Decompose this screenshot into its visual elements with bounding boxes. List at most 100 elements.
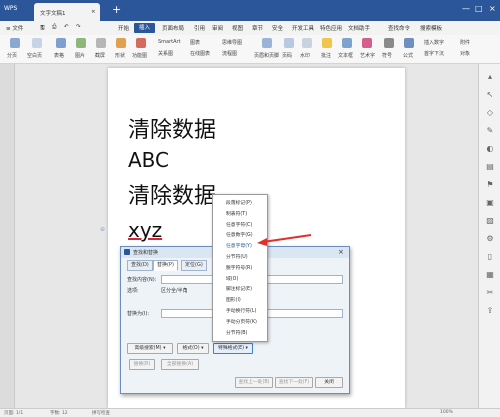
sidebar-pointer-icon[interactable]: ↖ — [485, 90, 495, 100]
find-previous-button[interactable]: 查找上一处(B) — [235, 377, 273, 388]
sidebar-image-icon[interactable]: ▨ — [485, 216, 495, 226]
tab-goto[interactable]: 定位(G) — [181, 260, 207, 271]
shape-icon[interactable] — [116, 38, 126, 48]
special-menu-item[interactable]: 分节符(B) — [226, 329, 247, 336]
menu-view[interactable]: 视图 — [232, 24, 243, 32]
document-line[interactable]: xyz — [128, 218, 162, 242]
special-menu-item[interactable]: 脚注标记(E) — [226, 285, 252, 292]
advanced-search-button[interactable]: 高级搜索(M) ▾ — [127, 343, 173, 354]
ribbon-page-break[interactable]: 分页 — [7, 52, 17, 59]
sidebar-grid-icon[interactable]: ▦ — [485, 270, 495, 280]
ribbon-header-footer[interactable]: 页眉和页脚 — [254, 52, 279, 59]
ribbon-table[interactable]: 表格 — [54, 52, 64, 59]
menu-features[interactable]: 特色应用 — [320, 24, 342, 32]
special-format-button[interactable]: 特殊格式(E) ▾ — [213, 343, 253, 354]
sidebar-share-icon[interactable]: ⇪ — [485, 306, 495, 316]
ribbon-symbol[interactable]: 符号 — [382, 52, 392, 59]
ribbon-screenshot[interactable]: 截屏 — [95, 52, 105, 59]
special-menu-item[interactable]: 任意字符(C) — [226, 221, 252, 228]
sidebar-pen-icon[interactable]: ✎ — [485, 126, 495, 136]
table-icon[interactable] — [56, 38, 66, 48]
minimize-icon[interactable]: — — [462, 4, 470, 13]
ribbon-comment[interactable]: 批注 — [321, 52, 331, 59]
tab-find[interactable]: 查找(D) — [127, 260, 153, 271]
sidebar-layout-icon[interactable]: ▤ — [485, 162, 495, 172]
replace-all-button[interactable]: 全部替换(A) — [161, 359, 199, 370]
special-menu-item[interactable]: 手动换行符(L) — [226, 307, 256, 314]
maximize-icon[interactable]: □ — [475, 4, 483, 13]
textbox-icon[interactable] — [342, 38, 352, 48]
watermark-icon[interactable] — [302, 38, 312, 48]
menu-home[interactable]: 开始 — [118, 24, 129, 32]
ribbon-textbox[interactable]: 文本框 — [338, 52, 353, 59]
sidebar-cube-icon[interactable]: ▣ — [485, 198, 495, 208]
sidebar-flag-icon[interactable]: ⚑ — [485, 180, 495, 190]
spell-check[interactable]: 拼写检查 — [92, 410, 110, 416]
special-menu-item[interactable]: 段落标记(P) — [226, 199, 252, 206]
menu-layout[interactable]: 页面布局 — [162, 24, 184, 32]
special-menu-item[interactable]: 任意数字(G) — [226, 231, 253, 238]
document-tab[interactable]: 文字文稿1 × — [34, 3, 100, 21]
file-menu[interactable]: ≡ 文件 — [6, 24, 23, 32]
dialog-close-icon[interactable]: × — [338, 248, 344, 256]
menu-security[interactable]: 安全 — [272, 24, 283, 32]
menu-insert[interactable]: 插入 — [134, 23, 156, 33]
zoom-level[interactable]: 100% — [440, 410, 453, 415]
special-menu-item[interactable]: 脱字符号(R) — [226, 264, 252, 271]
special-menu-item[interactable]: 图形(I) — [226, 296, 241, 303]
sidebar-gear-icon[interactable]: ⚙ — [485, 234, 495, 244]
ribbon-chart[interactable]: 图表 — [190, 39, 200, 46]
picture-icon[interactable] — [76, 38, 86, 48]
format-button[interactable]: 格式(O) ▾ — [177, 343, 209, 354]
search-command[interactable]: 查找命令 — [388, 24, 410, 32]
menu-developer[interactable]: 开发工具 — [292, 24, 314, 32]
special-menu-item[interactable]: 分节符(U) — [226, 253, 248, 260]
menu-review[interactable]: 审阅 — [212, 24, 223, 32]
sidebar-shape-icon[interactable]: ◇ — [485, 108, 495, 118]
redo-icon[interactable]: ↷ — [76, 24, 81, 30]
ribbon-function-chart[interactable]: 功能图 — [132, 52, 147, 59]
find-next-button[interactable]: 查找下一处(F) — [275, 377, 313, 388]
ribbon-watermark[interactable]: 水印 — [300, 52, 310, 59]
search-template[interactable]: 搜索模板 — [420, 24, 442, 32]
special-menu-item[interactable]: 制表符(T) — [226, 210, 247, 217]
ribbon-picture[interactable]: 图片 — [75, 52, 85, 59]
formula-icon[interactable] — [404, 38, 414, 48]
ribbon-page-number[interactable]: 页码 — [282, 52, 292, 59]
ribbon-insert-number[interactable]: 插入数字 — [424, 39, 444, 46]
save-icon[interactable]: 🖫 — [40, 24, 45, 33]
close-button[interactable]: 关闭 — [315, 377, 343, 388]
word-count[interactable]: 字数: 12 — [50, 410, 68, 416]
undo-icon[interactable]: ↶ — [64, 24, 69, 30]
ribbon-object[interactable]: 对象 — [460, 50, 470, 57]
ribbon-flowchart[interactable]: 流程图 — [222, 50, 237, 57]
sidebar-doc-icon[interactable]: ▯ — [485, 252, 495, 262]
ribbon-wordart[interactable]: 艺术字 — [360, 52, 375, 59]
special-menu-item[interactable]: 任意字母(Y) — [226, 242, 252, 249]
menu-assistant[interactable]: 文档助手 — [348, 24, 370, 32]
replace-button[interactable]: 替换(R) — [129, 359, 155, 370]
document-line[interactable]: 清除数据 — [128, 178, 216, 210]
close-tab-icon[interactable]: × — [91, 9, 96, 15]
special-menu-item[interactable]: 手动分页符(K) — [226, 318, 257, 325]
sidebar-scroll-up-icon[interactable]: ▴ — [485, 72, 495, 82]
document-line[interactable]: ABC — [128, 148, 169, 172]
print-icon[interactable]: ⎙ — [52, 24, 56, 31]
ribbon-relation[interactable]: 关系图 — [158, 50, 173, 57]
sidebar-style-icon[interactable]: ◐ — [485, 144, 495, 154]
tab-replace[interactable]: 替换(P) — [153, 260, 178, 271]
ribbon-online-chart[interactable]: 在线图表 — [190, 50, 210, 57]
header-footer-icon[interactable] — [262, 38, 272, 48]
special-menu-item[interactable]: 域(O) — [226, 275, 238, 282]
close-window-icon[interactable]: × — [489, 4, 496, 13]
ribbon-smartart[interactable]: SmartArt — [158, 39, 181, 45]
menu-section[interactable]: 章节 — [252, 24, 263, 32]
blank-page-icon[interactable] — [32, 38, 42, 48]
ribbon-attachment[interactable]: 附件 — [460, 39, 470, 46]
menu-references[interactable]: 引用 — [194, 24, 205, 32]
wordart-icon[interactable] — [362, 38, 372, 48]
ribbon-mindmap[interactable]: 思维导图 — [222, 39, 242, 46]
screenshot-icon[interactable] — [96, 38, 106, 48]
document-line[interactable]: 清除数据 — [128, 112, 216, 144]
page-number-icon[interactable] — [284, 38, 294, 48]
